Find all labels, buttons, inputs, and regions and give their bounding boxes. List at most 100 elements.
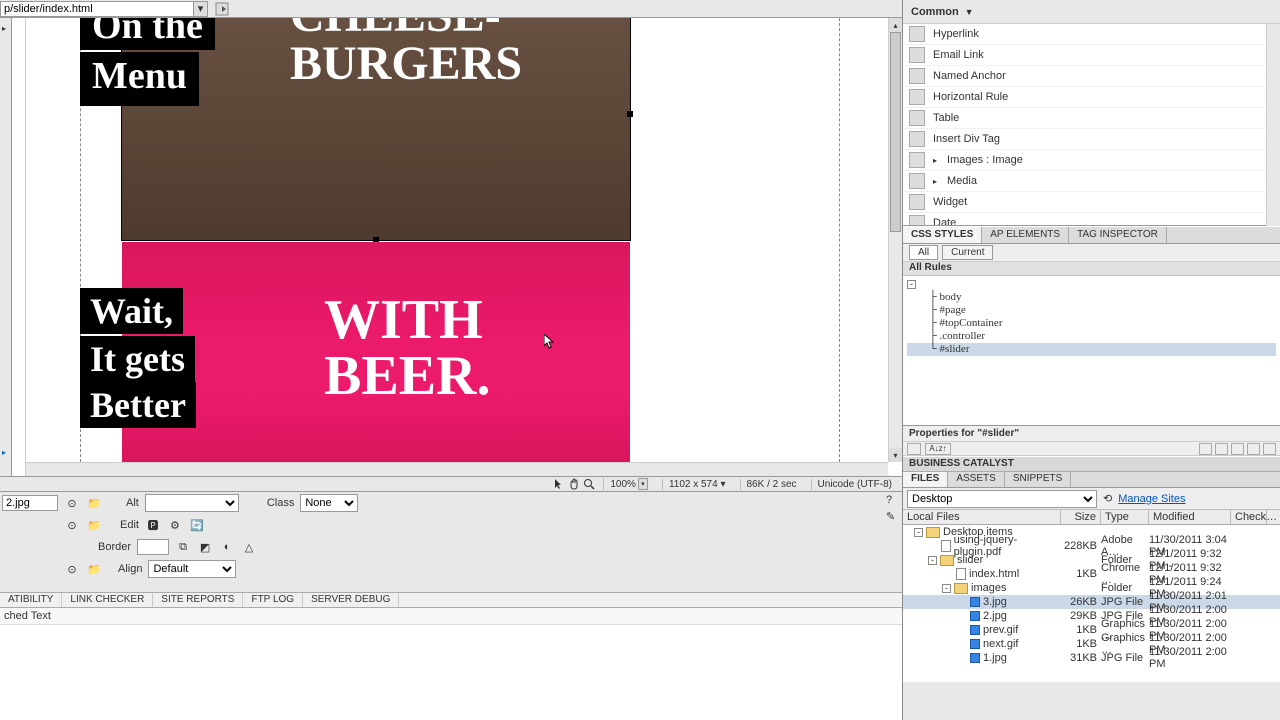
col-type[interactable]: Type <box>1101 510 1149 524</box>
col-size[interactable]: Size <box>1061 510 1101 524</box>
address-dropdown[interactable]: ▾ <box>194 1 208 17</box>
table-icon <box>909 110 925 126</box>
col-local-files[interactable]: Local Files <box>903 510 1061 524</box>
tab-ftp-log[interactable]: FTP LOG <box>243 593 303 607</box>
scroll-down-button[interactable]: ▾ <box>889 448 902 462</box>
canvas-dimensions[interactable]: 1102 x 574 ▾ <box>662 479 732 490</box>
attach-css-icon[interactable] <box>1199 443 1212 455</box>
insert-item-images-image[interactable]: ▸Images : Image <box>903 150 1280 171</box>
tab-ap-elements[interactable]: AP ELEMENTS <box>982 227 1069 243</box>
align-select[interactable]: Default <box>148 560 236 578</box>
collapse-icon[interactable]: ▸ <box>2 24 6 33</box>
src-field[interactable] <box>2 495 58 511</box>
insert-item-media[interactable]: ▸Media <box>903 171 1280 192</box>
browse-folder-icon[interactable]: 📁 <box>86 495 102 511</box>
business-catalyst-header[interactable]: BUSINESS CATALYST <box>903 456 1280 472</box>
tab-tag-inspector[interactable]: TAG INSPECTOR <box>1069 227 1167 243</box>
point-to-file-icon-3[interactable]: ⊙ <box>64 561 80 577</box>
slider-image-2[interactable]: Wait, It gets Better WITH BEER. <box>122 242 630 462</box>
sharpen-icon[interactable]: △ <box>241 539 257 555</box>
col-checked[interactable]: Check… <box>1231 510 1267 524</box>
tab-link-checker[interactable]: LINK CHECKER <box>62 593 153 607</box>
css-mode-current[interactable]: Current <box>942 245 993 260</box>
tab-compat[interactable]: ATIBILITY <box>0 593 62 607</box>
edit-ps-icon[interactable]: 🅿 <box>145 517 161 533</box>
resize-handle-right[interactable] <box>627 111 633 117</box>
alt-select[interactable] <box>145 494 239 512</box>
expand-icon[interactable]: - <box>942 584 951 593</box>
css-rule-body[interactable]: ├ body <box>907 291 1276 304</box>
css-rules-tree[interactable]: - ├ body ├ #page ├ #topContainer ├ .cont… <box>903 276 1280 426</box>
css-rule-style[interactable]: - <box>907 278 1276 291</box>
css-rule-controller[interactable]: ├ .controller <box>907 330 1276 343</box>
address-go-button[interactable] <box>212 1 232 17</box>
css-rule-topContainer[interactable]: ├ #topContainer <box>907 317 1276 330</box>
canvas-hscrollbar[interactable] <box>26 462 888 476</box>
brightness-icon[interactable]: ◐ <box>219 539 235 555</box>
insert-item-email-link[interactable]: Email Link <box>903 45 1280 66</box>
select-tool-icon[interactable] <box>553 478 565 490</box>
crop-icon[interactable]: ⧉ <box>175 539 191 555</box>
insert-scrollbar[interactable] <box>1266 24 1280 226</box>
insert-item-hyperlink[interactable]: Hyperlink <box>903 24 1280 45</box>
help-icon[interactable]: ? <box>886 494 900 506</box>
zoom-tool-icon[interactable] <box>583 478 595 490</box>
css-properties-header: Properties for "#slider" <box>903 426 1280 442</box>
slider-image-1[interactable]: On the Menu CHEESE- BURGERS <box>122 18 630 240</box>
canvas-vscrollbar[interactable]: ▴ ▾ <box>888 18 902 462</box>
scroll-up-button[interactable]: ▴ <box>889 18 902 32</box>
site-select[interactable]: Desktop <box>907 490 1097 508</box>
tag-marker[interactable]: ▸ <box>2 448 6 457</box>
delete-rule-icon[interactable] <box>1263 443 1276 455</box>
quick-tag-icon[interactable]: ✎ <box>886 510 900 523</box>
browse-folder-icon-2[interactable]: 📁 <box>86 517 102 533</box>
css-rule-slider[interactable]: └ #slider <box>907 343 1276 356</box>
tab-css-styles[interactable]: CSS STYLES <box>903 227 982 243</box>
new-rule-icon[interactable] <box>1215 443 1228 455</box>
resample-icon[interactable]: ◩ <box>197 539 213 555</box>
address-input[interactable] <box>0 1 194 17</box>
edit-settings-icon[interactable]: ⚙ <box>167 517 183 533</box>
expand-icon[interactable]: - <box>907 280 916 289</box>
tab-assets[interactable]: ASSETS <box>948 472 1004 487</box>
image-file-icon <box>970 653 980 663</box>
expand-icon[interactable]: - <box>928 556 937 565</box>
edit-update-icon[interactable]: 🔄 <box>189 517 205 533</box>
css-rule-page[interactable]: ├ #page <box>907 304 1276 317</box>
class-select[interactable]: None <box>300 494 358 512</box>
address-bar: ▾ <box>0 0 902 18</box>
edit-rule-icon[interactable] <box>1231 443 1244 455</box>
css-mode-all[interactable]: All <box>909 245 938 260</box>
hand-tool-icon[interactable] <box>568 478 580 490</box>
file-size: 31KB <box>1061 652 1101 664</box>
insert-item-horizontal-rule[interactable]: Horizontal Rule <box>903 87 1280 108</box>
manage-sites-link[interactable]: Manage Sites <box>1118 493 1185 505</box>
insert-item-widget[interactable]: Widget <box>903 192 1280 213</box>
dropdown-icon[interactable]: ▼ <box>965 7 974 17</box>
insert-item-date[interactable]: Date <box>903 213 1280 226</box>
scroll-thumb[interactable] <box>890 32 901 232</box>
disable-css-icon[interactable] <box>1247 443 1260 455</box>
insert-item-insert-div-tag[interactable]: Insert Div Tag <box>903 129 1280 150</box>
point-to-file-icon[interactable]: ⊙ <box>64 495 80 511</box>
properties-panel: ⊙ 📁 Alt Class None ⊙ 📁 Edit 🅿 ⚙ 🔄 Border… <box>0 492 902 598</box>
tab-server-debug[interactable]: SERVER DEBUG <box>303 593 399 607</box>
point-to-file-icon-2[interactable]: ⊙ <box>64 517 80 533</box>
zoom-value[interactable]: 100%▾ <box>603 478 654 490</box>
browse-folder-icon-3[interactable]: 📁 <box>86 561 102 577</box>
file-row[interactable]: 1.jpg31KBJPG File11/30/2011 2:00 PM <box>903 651 1280 665</box>
tab-site-reports[interactable]: SITE REPORTS <box>153 593 243 607</box>
image-file-icon <box>970 625 980 635</box>
design-canvas[interactable]: On the Menu CHEESE- BURGERS Wait, It get… <box>26 18 888 462</box>
tab-snippets[interactable]: SNIPPETS <box>1005 472 1071 487</box>
insert-item-table[interactable]: Table <box>903 108 1280 129</box>
insert-item-named-anchor[interactable]: Named Anchor <box>903 66 1280 87</box>
tab-files[interactable]: FILES <box>903 472 948 487</box>
show-list-icon[interactable]: A↓z↑ <box>925 443 951 455</box>
file-size: 228KB <box>1061 540 1101 552</box>
insert-panel-header[interactable]: Common ▼ <box>903 0 1280 24</box>
col-modified[interactable]: Modified <box>1149 510 1231 524</box>
border-field[interactable] <box>137 539 169 555</box>
connect-icon[interactable]: ⟲ <box>1103 492 1112 505</box>
show-category-icon[interactable] <box>907 443 921 455</box>
